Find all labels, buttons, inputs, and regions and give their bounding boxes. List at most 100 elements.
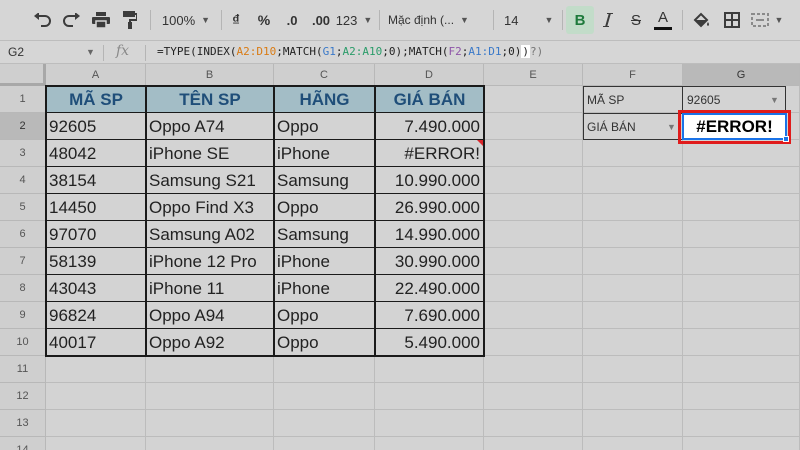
table-cell[interactable]: 14450 <box>46 194 146 221</box>
table-cell[interactable]: 22.490.000 <box>375 275 484 302</box>
column-header-a[interactable]: A <box>46 64 146 86</box>
table-cell[interactable]: 96824 <box>46 302 146 329</box>
table-cell[interactable]: 10.990.000 <box>375 167 484 194</box>
column-header-f[interactable]: F <box>583 64 683 86</box>
decrease-decimals-button[interactable]: .0 <box>280 6 304 34</box>
decrease-decimals-label: .0 <box>286 12 298 28</box>
zoom-select[interactable]: 100% ▼ <box>158 6 214 34</box>
row-header-9[interactable]: 9 <box>0 302 46 329</box>
formula-part: A2:D10 <box>236 45 277 58</box>
row-header-1[interactable]: 1 <box>0 86 46 113</box>
column-header-g[interactable]: G <box>683 64 800 86</box>
chevron-down-icon: ▼ <box>201 15 211 25</box>
column-header-e[interactable]: E <box>484 64 583 86</box>
redo-icon[interactable] <box>60 6 84 34</box>
table-header-cell[interactable]: HÃNG <box>274 86 375 113</box>
table-cell[interactable]: iPhone 11 <box>146 275 274 302</box>
row-header-8[interactable]: 8 <box>0 275 46 302</box>
table-cell[interactable]: Oppo A94 <box>146 302 274 329</box>
row-header-11[interactable]: 11 <box>0 356 46 383</box>
table-cell[interactable]: 14.990.000 <box>375 221 484 248</box>
percent-format-button[interactable]: % <box>254 6 274 34</box>
table-header-cell[interactable]: GIÁ BÁN <box>375 86 484 113</box>
table-cell[interactable]: 97070 <box>46 221 146 248</box>
table-cell[interactable]: 38154 <box>46 167 146 194</box>
table-cell[interactable]: Oppo <box>274 194 375 221</box>
spreadsheet-grid: A B C D E F G 1 2 3 4 5 6 7 8 9 10 11 12 13 14 MÃ SP TÊN SP HÃN… <box>0 64 800 450</box>
table-cell[interactable]: iPhone <box>274 275 375 302</box>
row-header-13[interactable]: 13 <box>0 410 46 437</box>
text-color-button[interactable]: A <box>651 6 675 34</box>
table-cell[interactable]: Samsung <box>274 167 375 194</box>
table-divider <box>145 86 147 356</box>
row-header-10[interactable]: 10 <box>0 329 46 356</box>
strikethrough-button[interactable]: S <box>624 6 648 34</box>
name-box[interactable]: G2 <box>8 45 24 59</box>
currency-format-button[interactable]: ₫ <box>226 6 246 34</box>
row-header-2[interactable]: 2 <box>0 113 46 140</box>
table-cell[interactable]: 26.990.000 <box>375 194 484 221</box>
row-header-12[interactable]: 12 <box>0 383 46 410</box>
chevron-down-icon[interactable]: ▼ <box>667 122 676 132</box>
font-size-select[interactable]: 14 ▼ <box>500 6 556 34</box>
table-cell[interactable]: iPhone <box>274 248 375 275</box>
column-header-d[interactable]: D <box>375 64 484 86</box>
zoom-value: 100% <box>161 12 196 28</box>
table-cell[interactable]: Oppo A92 <box>146 329 274 356</box>
table-cell[interactable]: Oppo <box>274 113 375 140</box>
table-cell[interactable]: iPhone 12 Pro <box>146 248 274 275</box>
row-header-7[interactable]: 7 <box>0 248 46 275</box>
table-cell[interactable]: Oppo <box>274 302 375 329</box>
table-cell[interactable]: iPhone <box>274 140 375 167</box>
paint-format-icon[interactable] <box>118 6 142 34</box>
fill-color-icon[interactable] <box>690 6 714 34</box>
table-cell[interactable]: Oppo A74 <box>146 113 274 140</box>
row-header-5[interactable]: 5 <box>0 194 46 221</box>
error-flag-icon[interactable] <box>477 140 483 146</box>
bold-button[interactable]: B <box>566 6 594 34</box>
borders-icon[interactable] <box>720 6 744 34</box>
more-formats-select[interactable]: 123 ▼ <box>336 6 373 34</box>
table-cell[interactable]: iPhone SE <box>146 140 274 167</box>
column-header-b[interactable]: B <box>146 64 274 86</box>
lookup-label-ma-sp[interactable]: MÃ SP <box>583 86 683 113</box>
fill-handle[interactable] <box>783 136 789 142</box>
font-family-select[interactable]: Mặc định (... ▼ <box>388 6 488 34</box>
table-cell[interactable]: Oppo <box>274 329 375 356</box>
fx-icon: fx <box>116 43 130 59</box>
formula-input[interactable]: =TYPE(INDEX(A2:D10;MATCH(G1;A2:A10;0);MA… <box>157 45 543 58</box>
table-cell[interactable]: 7.490.000 <box>375 113 484 140</box>
column-header-c[interactable]: C <box>274 64 375 86</box>
table-cell[interactable]: 7.690.000 <box>375 302 484 329</box>
print-icon[interactable] <box>89 6 113 34</box>
table-cell[interactable]: 48042 <box>46 140 146 167</box>
table-cell[interactable]: 40017 <box>46 329 146 356</box>
formula-part: G1 <box>322 45 336 58</box>
table-divider <box>46 139 484 140</box>
table-cell[interactable]: Samsung A02 <box>146 221 274 248</box>
table-cell[interactable]: 30.990.000 <box>375 248 484 275</box>
formula-part: A1:D1 <box>468 45 502 58</box>
table-cell[interactable]: 58139 <box>46 248 146 275</box>
text-color-label: A <box>657 9 668 26</box>
row-header-4[interactable]: 4 <box>0 167 46 194</box>
row-header-14[interactable]: 14 <box>0 437 46 450</box>
table-header-cell[interactable]: TÊN SP <box>146 86 274 113</box>
table-cell[interactable]: #ERROR! <box>375 140 484 167</box>
increase-decimals-button[interactable]: .00 <box>306 6 336 34</box>
row-header-6[interactable]: 6 <box>0 221 46 248</box>
table-cell[interactable]: 43043 <box>46 275 146 302</box>
merge-cells-icon[interactable]: ▼ <box>750 6 784 34</box>
select-all-corner[interactable] <box>0 64 46 86</box>
table-cell[interactable]: 5.490.000 <box>375 329 484 356</box>
chevron-down-icon[interactable]: ▼ <box>770 95 779 105</box>
table-cell[interactable]: Samsung S21 <box>146 167 274 194</box>
undo-icon[interactable] <box>30 6 54 34</box>
italic-button[interactable] <box>596 6 620 34</box>
row-header-3[interactable]: 3 <box>0 140 46 167</box>
table-header-cell[interactable]: MÃ SP <box>46 86 146 113</box>
table-cell[interactable]: Oppo Find X3 <box>146 194 274 221</box>
table-cell[interactable]: Samsung <box>274 221 375 248</box>
chevron-down-icon[interactable]: ▼ <box>86 47 95 57</box>
table-cell[interactable]: 92605 <box>46 113 146 140</box>
